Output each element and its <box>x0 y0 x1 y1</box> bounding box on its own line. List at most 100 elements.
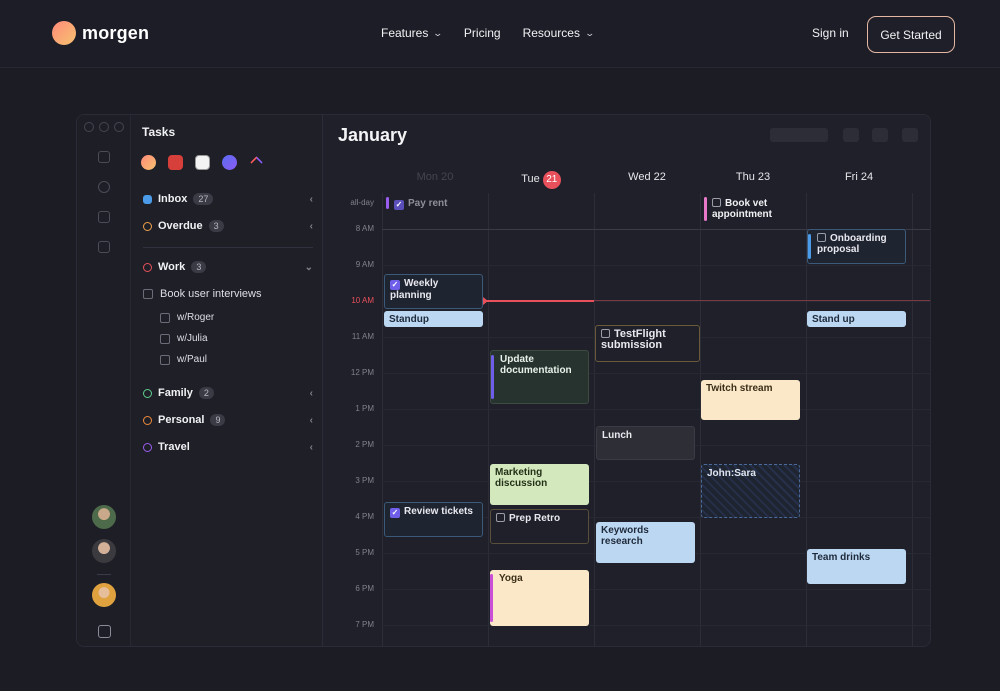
event-book-vet[interactable]: Book vet appointment <box>704 195 804 223</box>
checkbox[interactable] <box>496 513 505 522</box>
analytics-icon[interactable] <box>98 241 110 253</box>
check-icon[interactable]: ✓ <box>394 200 404 210</box>
event-onboarding-proposal[interactable]: Onboarding proposal <box>807 229 906 264</box>
event-title: Update documentation <box>500 354 572 376</box>
checkbox[interactable] <box>712 198 721 207</box>
list-work[interactable]: Work 3 ⌄ <box>143 261 313 273</box>
checkbox[interactable] <box>817 233 826 242</box>
event-marketing-discussion[interactable]: Marketing discussion <box>490 464 589 505</box>
event-keywords-research[interactable]: Keywords research <box>596 522 695 563</box>
avatar[interactable] <box>92 539 116 563</box>
chevron-down-icon[interactable]: ⌄ <box>305 262 313 273</box>
event-twitch-stream[interactable]: Twitch stream <box>701 380 800 420</box>
subtask-label: w/Roger <box>177 312 215 323</box>
sign-in-link[interactable]: Sign in <box>812 26 849 40</box>
morgen-icon[interactable] <box>141 155 156 170</box>
toolbar-button[interactable] <box>843 128 859 142</box>
chevron-left-icon[interactable]: ‹ <box>310 221 313 232</box>
clickup-icon[interactable] <box>250 156 263 169</box>
chevron-left-icon[interactable]: ‹ <box>310 194 313 205</box>
day-header-mon[interactable]: Mon 20 <box>382 171 488 183</box>
event-john-sara[interactable]: John:Sara <box>701 464 800 518</box>
nav-pricing[interactable]: Pricing <box>464 26 501 40</box>
chevron-left-icon[interactable]: ‹ <box>310 388 313 399</box>
subtask-label: w/Paul <box>177 354 208 365</box>
list-personal-label: Personal <box>158 414 205 426</box>
app-window: Tasks Inbox 27 ‹ Overdue 3 ‹ Work 3 ⌄ Bo… <box>76 114 931 647</box>
todoist-icon[interactable] <box>168 155 183 170</box>
day-header-wed[interactable]: Wed 22 <box>594 171 700 183</box>
time-label: 9 AM <box>355 260 374 269</box>
day-header-tue-label: Tue <box>521 173 540 185</box>
day-divider <box>382 193 383 646</box>
time-label: 10 AM <box>351 296 374 305</box>
checkbox[interactable] <box>160 333 170 344</box>
personal-dot-icon <box>143 415 152 425</box>
minimize-window-icon[interactable] <box>99 122 109 132</box>
day-header-tue[interactable]: Tue 21 <box>488 171 594 189</box>
chevron-down-icon: ⌄ <box>432 27 444 38</box>
event-color-bar <box>704 197 707 221</box>
chevron-left-icon[interactable]: ‹ <box>310 442 313 453</box>
event-review-tickets[interactable]: ✓ Review tickets <box>384 502 483 537</box>
toolbar-button[interactable] <box>902 128 918 142</box>
brand-logo[interactable]: morgen <box>52 21 149 45</box>
day-header-thu[interactable]: Thu 23 <box>700 171 806 183</box>
linear-icon[interactable] <box>222 155 237 170</box>
family-dot-icon <box>143 388 152 398</box>
left-rail <box>77 115 131 646</box>
event-prep-retro[interactable]: Prep Retro <box>490 509 589 544</box>
list-travel-label: Travel <box>158 441 190 453</box>
checkbox[interactable] <box>601 329 610 338</box>
event-testflight[interactable]: TestFlight submission <box>595 325 700 362</box>
calendar-icon[interactable] <box>98 211 110 223</box>
list-work-label: Work <box>158 261 186 273</box>
get-started-button[interactable]: Get Started <box>867 16 955 53</box>
current-time-indicator <box>484 300 594 302</box>
view-switcher[interactable] <box>770 128 828 142</box>
event-weekly-planning[interactable]: ✓ Weekly planning <box>384 274 483 309</box>
time-label: 3 PM <box>355 476 374 485</box>
event-yoga[interactable]: Yoga <box>490 570 589 626</box>
list-inbox-label: Inbox <box>158 193 188 205</box>
list-inbox[interactable]: Inbox 27 ‹ <box>143 193 313 205</box>
task-book-interviews[interactable]: Book user interviews <box>143 288 262 300</box>
checkbox[interactable] <box>160 312 170 323</box>
event-color-bar <box>808 234 811 259</box>
check-icon[interactable]: ✓ <box>390 508 400 518</box>
subtask-paul[interactable]: w/Paul <box>160 354 207 365</box>
maximize-window-icon[interactable] <box>114 122 124 132</box>
checkbox[interactable] <box>143 289 153 299</box>
event-title: Onboarding proposal <box>817 233 887 255</box>
nav-resources[interactable]: Resources ⌄ <box>523 26 595 40</box>
toolbar-button[interactable] <box>872 128 888 142</box>
calendar-day-icon[interactable] <box>98 625 111 638</box>
event-standup[interactable]: Standup <box>384 311 483 327</box>
day-header-fri[interactable]: Fri 24 <box>806 171 912 183</box>
time-label: 2 PM <box>355 440 374 449</box>
avatar[interactable] <box>92 583 116 607</box>
check-icon[interactable]: ✓ <box>390 280 400 290</box>
subtask-roger[interactable]: w/Roger <box>160 312 214 323</box>
close-window-icon[interactable] <box>84 122 94 132</box>
event-pay-rent[interactable]: ✓ Pay rent <box>386 195 486 211</box>
hour-line <box>382 373 930 374</box>
list-overdue[interactable]: Overdue 3 ‹ <box>143 220 313 232</box>
subtask-label: w/Julia <box>177 333 208 344</box>
task-label: Book user interviews <box>160 288 262 300</box>
tasks-check-icon[interactable] <box>98 151 110 163</box>
list-travel[interactable]: Travel ‹ <box>143 441 313 453</box>
sync-icon[interactable] <box>98 181 110 193</box>
event-lunch[interactable]: Lunch <box>596 426 695 460</box>
event-team-drinks[interactable]: Team drinks <box>807 549 906 584</box>
checkbox[interactable] <box>160 354 170 365</box>
subtask-julia[interactable]: w/Julia <box>160 333 208 344</box>
list-family[interactable]: Family 2 ‹ <box>143 387 313 399</box>
notion-icon[interactable] <box>195 155 210 170</box>
avatar[interactable] <box>92 505 116 529</box>
list-personal[interactable]: Personal 9 ‹ <box>143 414 313 426</box>
event-stand-up[interactable]: Stand up <box>807 311 906 327</box>
chevron-left-icon[interactable]: ‹ <box>310 415 313 426</box>
nav-features[interactable]: Features ⌄ <box>381 26 444 40</box>
event-update-documentation[interactable]: Update documentation <box>490 350 589 404</box>
